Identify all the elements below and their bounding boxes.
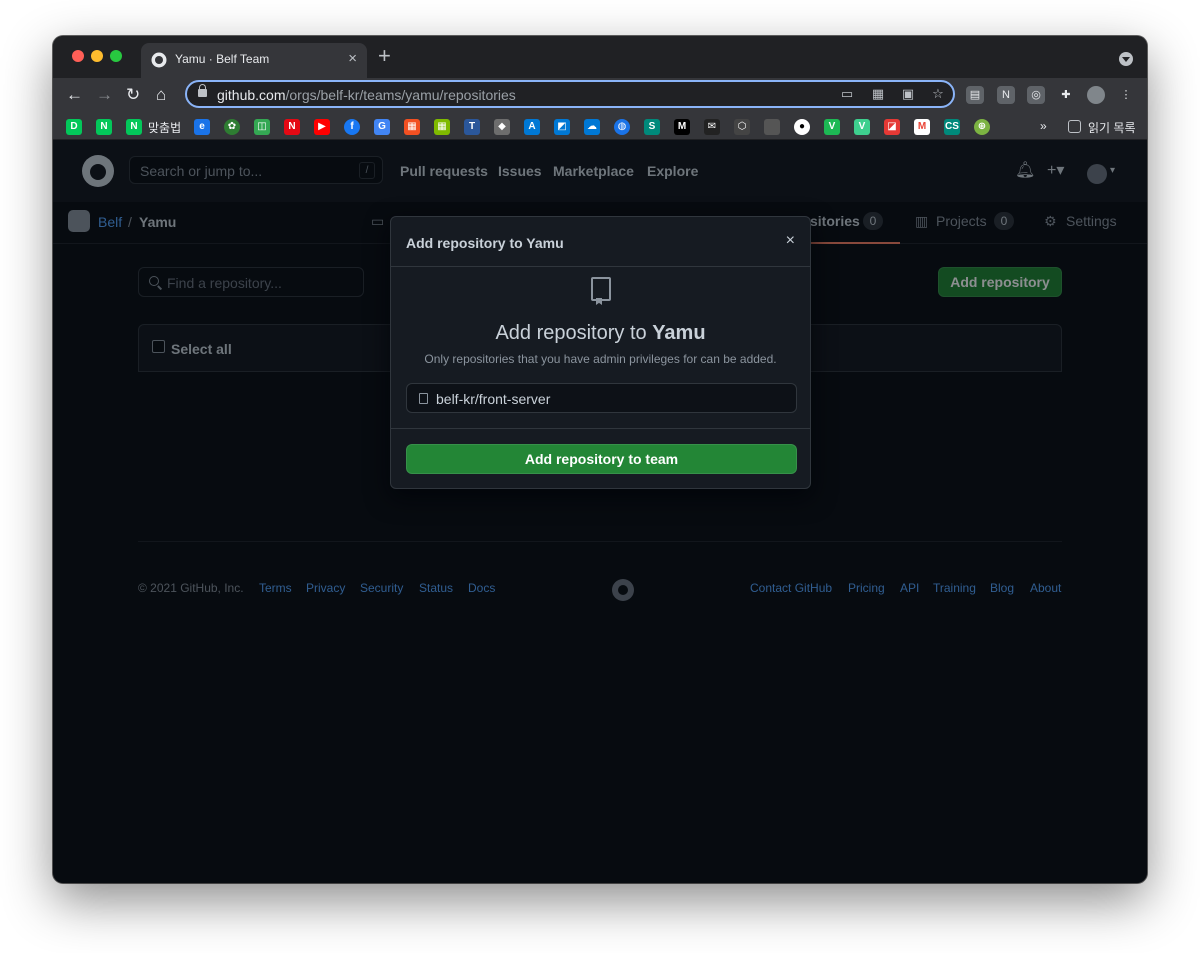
new-tab-button[interactable]: +: [378, 45, 391, 67]
bookmark-icon[interactable]: ✿: [224, 119, 240, 135]
bookmark-icon[interactable]: ⬡: [734, 119, 750, 135]
bookmark-icon[interactable]: ⊕: [974, 119, 990, 135]
youtube-bookmark-icon[interactable]: ▶: [314, 119, 330, 135]
glasses-extension-icon[interactable]: ◎: [1027, 86, 1045, 104]
address-bar[interactable]: github.com/orgs/belf-kr/teams/yamu/repos…: [185, 80, 955, 108]
minimize-window-button[interactable]: [91, 50, 103, 62]
onedrive-bookmark-icon[interactable]: ☁: [584, 119, 600, 135]
dialog-divider: [391, 428, 810, 429]
netflix-bookmark-icon[interactable]: N: [284, 119, 300, 135]
reading-list-label[interactable]: 읽기 목록: [1088, 119, 1136, 136]
repo-icon: [419, 393, 428, 404]
extension-icon[interactable]: ▤: [966, 86, 984, 104]
naver-bookmark-icon[interactable]: N: [96, 119, 112, 135]
chrome-menu-icon[interactable]: ⋮: [1117, 86, 1135, 104]
translate-icon[interactable]: ▣: [900, 87, 916, 101]
forward-arrow-icon[interactable]: →: [96, 86, 113, 104]
lock-icon: [198, 84, 207, 97]
edge-bookmark-icon[interactable]: e: [194, 119, 210, 135]
repo-icon: [591, 277, 611, 301]
home-icon[interactable]: ⌂: [156, 86, 166, 104]
dialog-title: Add repository to Yamu: [406, 235, 564, 251]
bookmark-icon[interactable]: D: [66, 119, 82, 135]
bookmark-star-icon[interactable]: ☆: [930, 87, 946, 101]
reload-icon[interactable]: ↻: [126, 86, 140, 104]
apple-bookmark-icon[interactable]: [764, 119, 780, 135]
puzzle-extensions-icon[interactable]: ✚: [1057, 86, 1075, 104]
dialog-subtext: Only repositories that you have admin pr…: [424, 352, 777, 366]
tab-title: Yamu · Belf Team: [175, 52, 270, 66]
profile-avatar[interactable]: [1087, 86, 1105, 104]
azure-bookmark-icon[interactable]: A: [524, 119, 540, 135]
url-text: github.com/orgs/belf-kr/teams/yamu/repos…: [217, 87, 516, 103]
browser-window: Yamu · Belf Team × + ← → ↻ ⌂ github.com/…: [53, 36, 1147, 883]
notion-extension-icon[interactable]: N: [997, 86, 1015, 104]
bookmark-icon[interactable]: ◫: [254, 119, 270, 135]
dialog-header: Add repository to Yamu ×: [391, 217, 810, 267]
mail-bookmark-icon[interactable]: ✉: [704, 119, 720, 135]
more-bookmarks-icon[interactable]: »: [1040, 119, 1047, 133]
bookmark-label[interactable]: 맞춤법: [148, 119, 181, 136]
back-arrow-icon[interactable]: ←: [66, 86, 83, 104]
bookmarks-bar: D N N 맞춤법 e ✿ ◫ N ▶ f G ▦ ▦ T ◆ A ◩ ☁ ◍ …: [53, 114, 1147, 140]
bookmark-icon[interactable]: ◪: [884, 119, 900, 135]
translate-bookmark-icon[interactable]: G: [374, 119, 390, 135]
zoom-window-button[interactable]: [110, 50, 122, 62]
devops-bookmark-icon[interactable]: ◩: [554, 119, 570, 135]
add-repository-dialog: Add repository to Yamu × Add repository …: [390, 216, 811, 489]
medium-bookmark-icon[interactable]: M: [674, 119, 690, 135]
microsoft-bookmark-icon[interactable]: ▦: [434, 119, 450, 135]
bookmark-icon[interactable]: V: [824, 119, 840, 135]
tab-strip: Yamu · Belf Team × +: [53, 36, 1147, 78]
dialog-heading: Add repository to Yamu: [495, 322, 706, 344]
github-favicon-icon: [151, 52, 167, 68]
gmail-bookmark-icon[interactable]: M: [914, 119, 930, 135]
qr-code-icon[interactable]: ▦: [870, 87, 886, 101]
close-icon[interactable]: ×: [786, 233, 795, 249]
cast-icon[interactable]: ▭: [839, 87, 855, 101]
github-bookmark-icon[interactable]: ●: [794, 119, 810, 135]
close-window-button[interactable]: [72, 50, 84, 62]
repository-value: belf-kr/front-server: [436, 391, 551, 407]
tab-search-icon[interactable]: [1119, 52, 1133, 66]
reading-list-icon[interactable]: [1068, 120, 1081, 133]
browser-toolbar: ← → ↻ ⌂ github.com/orgs/belf-kr/teams/ya…: [53, 78, 1147, 114]
microsoft-bookmark-icon[interactable]: ▦: [404, 119, 420, 135]
bookmark-icon[interactable]: T: [464, 119, 480, 135]
repository-autocomplete-input[interactable]: belf-kr/front-server: [406, 383, 797, 413]
naver-bookmark-icon[interactable]: N: [126, 119, 142, 135]
git-bookmark-icon[interactable]: ◆: [494, 119, 510, 135]
globe-bookmark-icon[interactable]: ◍: [614, 119, 630, 135]
add-repository-to-team-button[interactable]: Add repository to team: [406, 444, 797, 474]
bookmark-icon[interactable]: S: [644, 119, 660, 135]
facebook-bookmark-icon[interactable]: f: [344, 119, 360, 135]
bookmark-icon[interactable]: CS: [944, 119, 960, 135]
vue-bookmark-icon[interactable]: V: [854, 119, 870, 135]
tab-close-icon[interactable]: ×: [348, 50, 357, 67]
browser-tab[interactable]: Yamu · Belf Team ×: [141, 43, 367, 78]
